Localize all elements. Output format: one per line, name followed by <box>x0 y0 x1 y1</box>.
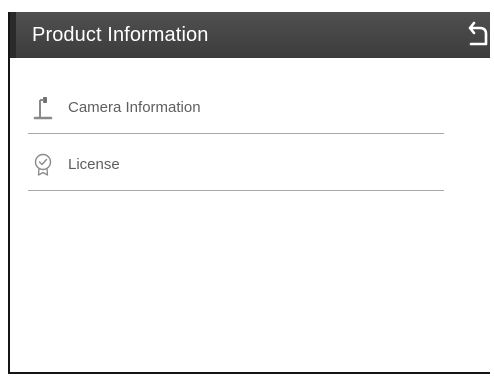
header-edge <box>10 12 16 58</box>
back-arrow-icon <box>468 21 488 46</box>
menu-item-label: Camera Information <box>68 99 201 116</box>
menu-item-label: License <box>68 156 120 173</box>
page-title: Product Information <box>32 23 209 46</box>
product-info-screen: Product Information Camera Information L… <box>8 12 490 374</box>
back-button[interactable] <box>468 20 490 48</box>
menu-item-camera-information[interactable]: Camera Information <box>28 84 444 134</box>
camera-stand-icon <box>33 97 53 120</box>
menu-list: Camera Information License <box>28 84 444 191</box>
header-bar: Product Information <box>10 12 490 58</box>
license-badge-icon <box>34 153 52 176</box>
menu-item-license[interactable]: License <box>28 141 444 191</box>
